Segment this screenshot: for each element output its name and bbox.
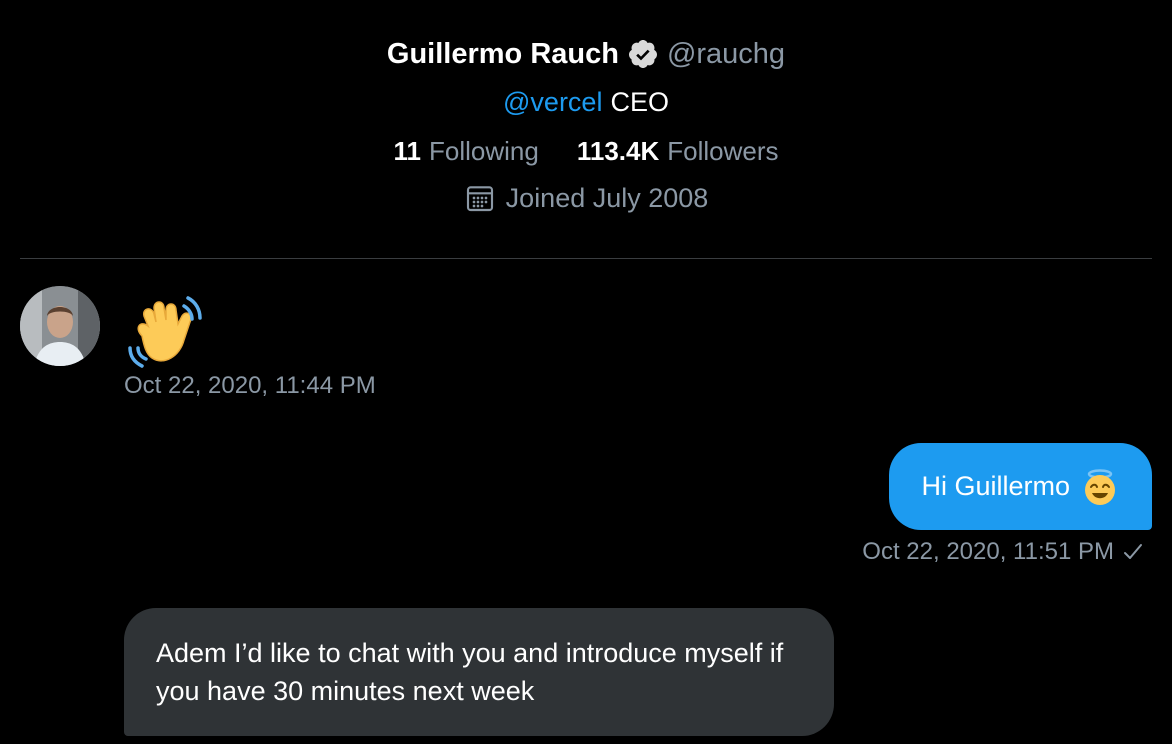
message-timestamp: Oct 22, 2020, 11:44 PM: [124, 372, 376, 399]
bio-mention-link[interactable]: @vercel: [503, 87, 602, 118]
handle: @rauchg: [666, 37, 786, 70]
display-name[interactable]: Guillermo Rauch: [387, 38, 619, 71]
dm-conversation: Guillermo Rauch @rauchg @vercel CEO 11 Fo…: [0, 0, 1172, 744]
bio-text: CEO: [610, 86, 669, 117]
following-label: Following: [429, 135, 539, 166]
message-timestamp: Oct 22, 2020, 11:51 PM: [862, 538, 1114, 565]
followers-label: Followers: [667, 135, 779, 166]
joined-date: Joined July 2008: [505, 182, 709, 213]
bio: @vercel CEO: [0, 78, 1172, 126]
message-timestamp-row: Oct 22, 2020, 11:51 PM: [862, 538, 1144, 566]
waving-hand-emoji-icon: [128, 296, 202, 368]
message-text: Adem I’d like to chat with you and intro…: [156, 638, 784, 706]
sent-check-icon: [1124, 544, 1142, 559]
avatar-photo: [20, 286, 100, 366]
joined-date-row: Joined July 2008: [0, 176, 1172, 220]
divider: [20, 258, 1152, 259]
followers-count: 113.4K: [576, 135, 660, 166]
outgoing-message-bubble[interactable]: Hi Guillermo: [889, 443, 1152, 530]
sender-avatar[interactable]: [20, 286, 100, 366]
incoming-message-bubble[interactable]: Adem I’d like to chat with you and intro…: [124, 608, 834, 736]
profile-name-row: Guillermo Rauch @rauchg: [0, 30, 1172, 78]
profile-header: Guillermo Rauch @rauchg @vercel CEO 11 Fo…: [0, 30, 1172, 220]
verified-badge-icon: [628, 40, 657, 68]
following-link[interactable]: 11 Following: [394, 136, 539, 167]
followers-link[interactable]: 113.4K Followers: [577, 136, 779, 167]
message-text: Hi Guillermo: [921, 471, 1070, 501]
follow-stats: 11 Following 113.4K Followers: [0, 126, 1172, 176]
calendar-icon: [466, 186, 493, 212]
following-count: 11: [393, 135, 422, 166]
smiling-face-with-halo-emoji-icon: [1085, 468, 1115, 505]
